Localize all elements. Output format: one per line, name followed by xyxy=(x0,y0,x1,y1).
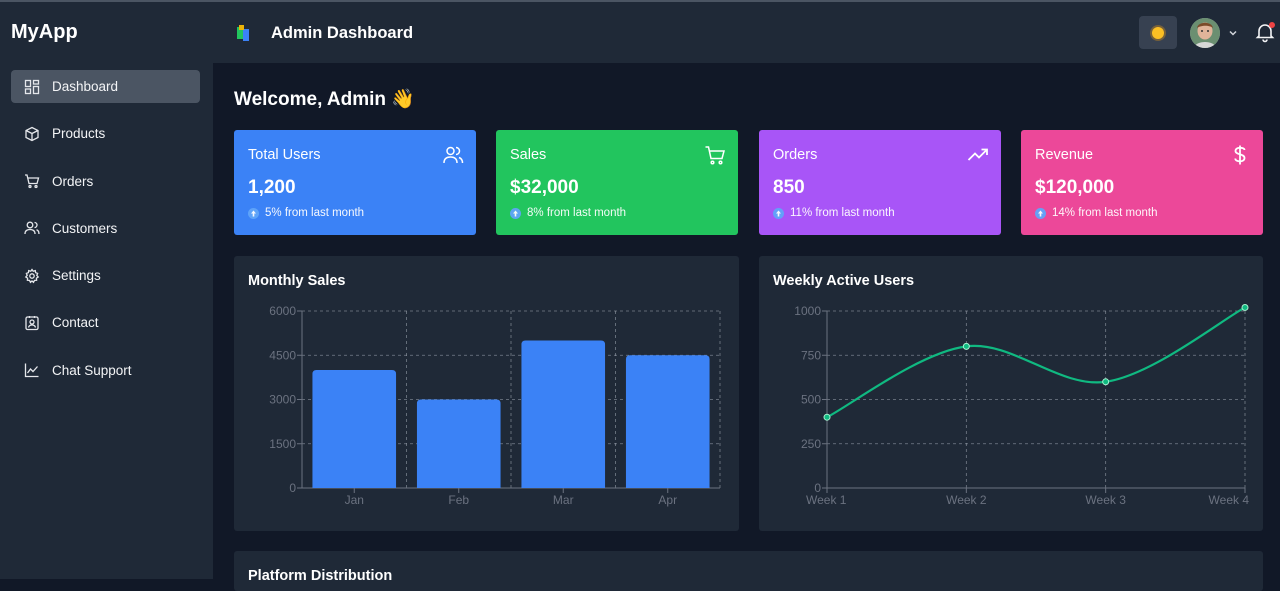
wave-emoji-icon: 👋 xyxy=(391,88,415,110)
bar-apr xyxy=(625,355,710,488)
y-tick-label: 6000 xyxy=(269,304,296,318)
weekly-active-users-panel: Weekly Active Users 0 250 500 750 1000 Week 1… xyxy=(759,256,1263,531)
x-tick-label: Week 3 xyxy=(1085,493,1126,507)
x-tick-label: Week 2 xyxy=(946,493,987,507)
avatar-image xyxy=(1190,18,1220,48)
data-point-4 xyxy=(1241,303,1249,311)
stat-card-change: 14% from last month xyxy=(1035,207,1157,219)
platform-distribution-panel: Platform Distribution xyxy=(234,551,1263,591)
stat-card-value: 1,200 xyxy=(248,177,296,198)
notification-badge xyxy=(1269,22,1275,28)
stat-card-title: Sales xyxy=(510,147,547,163)
stat-card-value: $32,000 xyxy=(510,177,579,198)
y-tick-label: 3000 xyxy=(269,393,296,407)
sidebar-item-dashboard[interactable]: Dashboard xyxy=(11,70,200,103)
main-content: Welcome, Admin 👋 Total Users 1,200 5% fr… xyxy=(213,63,1280,591)
arrow-up-icon xyxy=(1035,207,1046,219)
stat-card-title: Revenue xyxy=(1035,147,1094,163)
weekly-active-users-chart: 02505007501000Week 1 Week 2 Week 3 Week 4 xyxy=(794,303,1250,507)
monthly-sales-panel: Monthly Sales 0 1500 3000 4500 6000 Jan Feb Mar… xyxy=(234,256,739,531)
app-logo-icon xyxy=(237,25,249,41)
y-tick-label: 750 xyxy=(801,348,821,362)
sidebar: MyApp Dashboard Products Orders Customer… xyxy=(0,2,213,579)
trending-up-icon xyxy=(967,148,988,161)
sidebar-item-label: Customers xyxy=(52,220,118,236)
stat-card-change-text: 14% from last month xyxy=(1052,207,1158,219)
sidebar-item-contact[interactable]: Contact xyxy=(11,306,200,339)
stat-card-revenue[interactable]: Revenue $120,000 14% from last month xyxy=(1021,130,1263,235)
stat-card-change: 11% from last month xyxy=(773,207,895,219)
y-tick-label: 4500 xyxy=(269,348,296,362)
stat-card-change-text: 11% from last month xyxy=(790,207,895,219)
stat-card-change-text: 8% from last month xyxy=(527,207,627,219)
stat-card-value: $120,000 xyxy=(1035,177,1115,198)
stat-card-title: Total Users xyxy=(248,147,321,163)
sun-icon xyxy=(1152,26,1164,39)
stat-card-title: Orders xyxy=(773,147,818,163)
sidebar-item-label: Products xyxy=(52,126,106,142)
x-tick-label: Mar xyxy=(553,493,574,507)
theme-toggle-button[interactable] xyxy=(1139,16,1177,49)
chart-title: Platform Distribution xyxy=(248,568,393,584)
welcome-heading: Welcome, Admin 👋 xyxy=(234,87,415,111)
stat-card-sales[interactable]: Sales $32,000 8% from last month xyxy=(496,130,738,235)
x-tick-label: Apr xyxy=(658,493,677,507)
x-tick-label: Jan xyxy=(345,493,364,507)
y-tick-label: 0 xyxy=(289,481,296,495)
cart-icon xyxy=(25,174,40,189)
sidebar-nav: Dashboard Products Orders Customers Sett… xyxy=(11,70,200,401)
data-point-1 xyxy=(823,413,831,421)
page-title: Admin Dashboard xyxy=(271,24,414,42)
sidebar-item-label: Dashboard xyxy=(52,79,119,94)
y-tick-label: 1500 xyxy=(269,437,296,451)
monthly-sales-chart: 0 1500 3000 4500 6000 Jan Feb Mar Apr xyxy=(269,304,721,507)
chevron-down-icon[interactable] xyxy=(1227,27,1239,39)
stat-card-change-text: 5% from last month xyxy=(265,207,365,219)
series-line-weekly-active-users xyxy=(826,306,1246,419)
sidebar-item-label: Settings xyxy=(52,268,101,284)
brand-logo-text[interactable]: MyApp xyxy=(11,21,78,44)
bar-feb xyxy=(416,399,501,488)
y-tick-label: 500 xyxy=(801,393,821,407)
cart-icon xyxy=(705,146,725,165)
bar-jan xyxy=(312,370,397,488)
top-header: Admin Dashboard xyxy=(213,2,1280,63)
data-point-3 xyxy=(1102,378,1110,386)
arrow-up-icon xyxy=(248,207,259,219)
y-tick-label: 250 xyxy=(801,437,821,451)
sidebar-item-label: Chat Support xyxy=(52,362,132,378)
users-icon xyxy=(443,146,464,164)
contact-card-icon xyxy=(25,315,39,331)
x-tick-label: Week 4 xyxy=(1209,493,1250,507)
arrow-up-icon xyxy=(773,207,784,219)
sidebar-item-orders[interactable]: Orders xyxy=(11,165,200,198)
stat-card-value: 850 xyxy=(773,177,805,198)
sidebar-item-label: Orders xyxy=(52,173,94,189)
x-tick-label: Feb xyxy=(448,493,469,507)
chart-line-icon xyxy=(24,363,39,378)
dashboard-icon xyxy=(24,79,40,94)
sidebar-item-chat-support[interactable]: Chat Support xyxy=(11,354,200,387)
users-icon xyxy=(24,221,40,235)
sidebar-item-label: Contact xyxy=(52,315,99,331)
arrow-up-icon xyxy=(510,207,521,219)
bar-mar xyxy=(521,340,606,488)
sidebar-item-settings[interactable]: Settings xyxy=(11,259,200,292)
x-tick-label: Week 1 xyxy=(806,493,847,507)
sidebar-item-customers[interactable]: Customers xyxy=(11,212,200,245)
gear-icon xyxy=(24,268,40,284)
welcome-text: Welcome, Admin xyxy=(234,89,387,110)
stat-card-change: 5% from last month xyxy=(248,207,364,219)
box-icon xyxy=(25,126,39,142)
stat-card-orders[interactable]: Orders 850 11% from last month xyxy=(759,130,1001,235)
stat-card-total-users[interactable]: Total Users 1,200 5% from last month xyxy=(234,130,476,235)
sidebar-item-products[interactable]: Products xyxy=(11,117,200,150)
dollar-icon xyxy=(1234,145,1246,165)
stat-card-change: 8% from last month xyxy=(510,207,626,219)
data-point-2 xyxy=(962,342,970,350)
y-tick-label: 1000 xyxy=(794,304,821,318)
avatar[interactable] xyxy=(1190,18,1220,48)
